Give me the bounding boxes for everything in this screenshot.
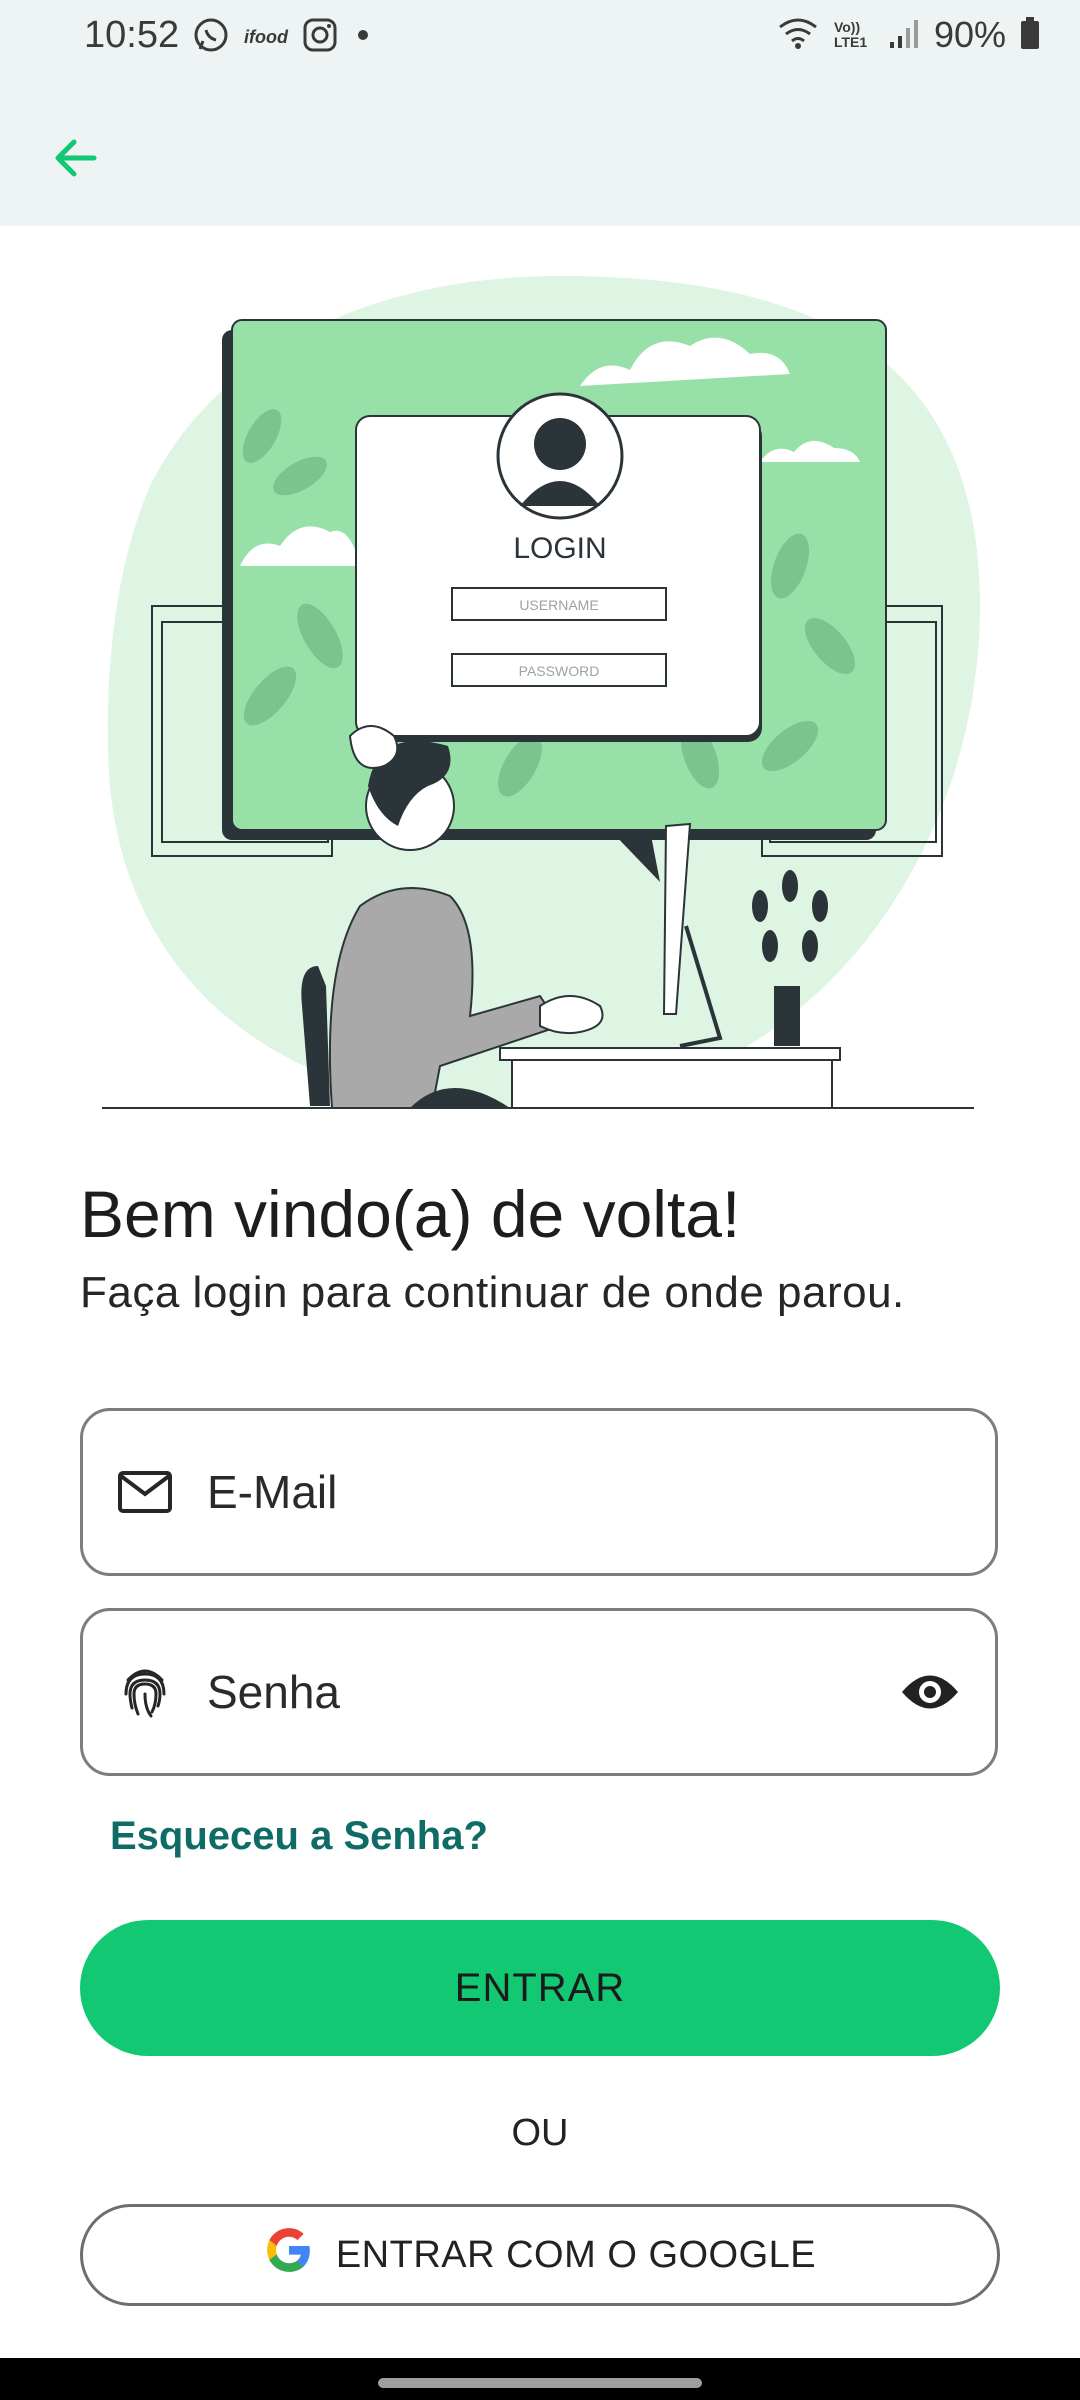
- illustration-username-field: USERNAME: [519, 597, 598, 613]
- battery-percentage: 90%: [933, 14, 1006, 55]
- system-icons: Vo)) LTE1 90%: [776, 14, 1040, 56]
- notification-icons: ifood: [192, 16, 374, 59]
- mail-icon: [113, 1460, 177, 1524]
- email-field[interactable]: [80, 1408, 998, 1576]
- instagram-icon: [302, 17, 338, 58]
- system-navigation-bar: [0, 2358, 1080, 2400]
- arrow-back-icon: [55, 139, 97, 177]
- app-bar: [0, 78, 1080, 226]
- password-input[interactable]: [205, 1664, 829, 1720]
- or-divider: OU: [511, 2112, 569, 2154]
- google-icon: [264, 2225, 314, 2285]
- password-field[interactable]: [80, 1608, 998, 1776]
- status-bar: 10:52 ifood Vo)) LTE1 90%: [0, 0, 1080, 78]
- volte-icon: Vo)) LTE1: [833, 19, 868, 50]
- ifood-icon: ifood: [244, 27, 288, 47]
- fingerprint-icon: [113, 1660, 177, 1724]
- submit-button[interactable]: ENTRAR: [80, 1920, 1000, 2056]
- dot-icon: [352, 24, 374, 51]
- login-illustration: LOGIN USERNAME PASSWORD: [0, 226, 1080, 1126]
- whatsapp-icon: [192, 16, 230, 59]
- illustration-password-field: PASSWORD: [519, 663, 600, 679]
- wifi-icon: [776, 15, 820, 56]
- back-button[interactable]: [38, 122, 110, 194]
- forgot-password-link[interactable]: Esqueceu a Senha?: [110, 1814, 488, 1859]
- status-time: 10:52: [84, 14, 180, 56]
- battery-icon: [1020, 16, 1040, 55]
- email-input[interactable]: [205, 1464, 829, 1520]
- welcome-title: Bem vindo(a) de volta!: [80, 1177, 741, 1251]
- toggle-password-visibility[interactable]: [895, 1662, 965, 1722]
- welcome-subtitle: Faça login para continuar de onde parou.: [80, 1268, 905, 1317]
- google-signin-label: ENTRAR COM O GOOGLE: [335, 2233, 817, 2276]
- eye-icon: [902, 1675, 958, 1709]
- illustration-login-title: LOGIN: [513, 532, 606, 565]
- home-indicator[interactable]: [378, 2378, 702, 2388]
- google-signin-button[interactable]: ENTRAR COM O GOOGLE: [80, 2204, 1000, 2306]
- signal-icon: [888, 16, 920, 55]
